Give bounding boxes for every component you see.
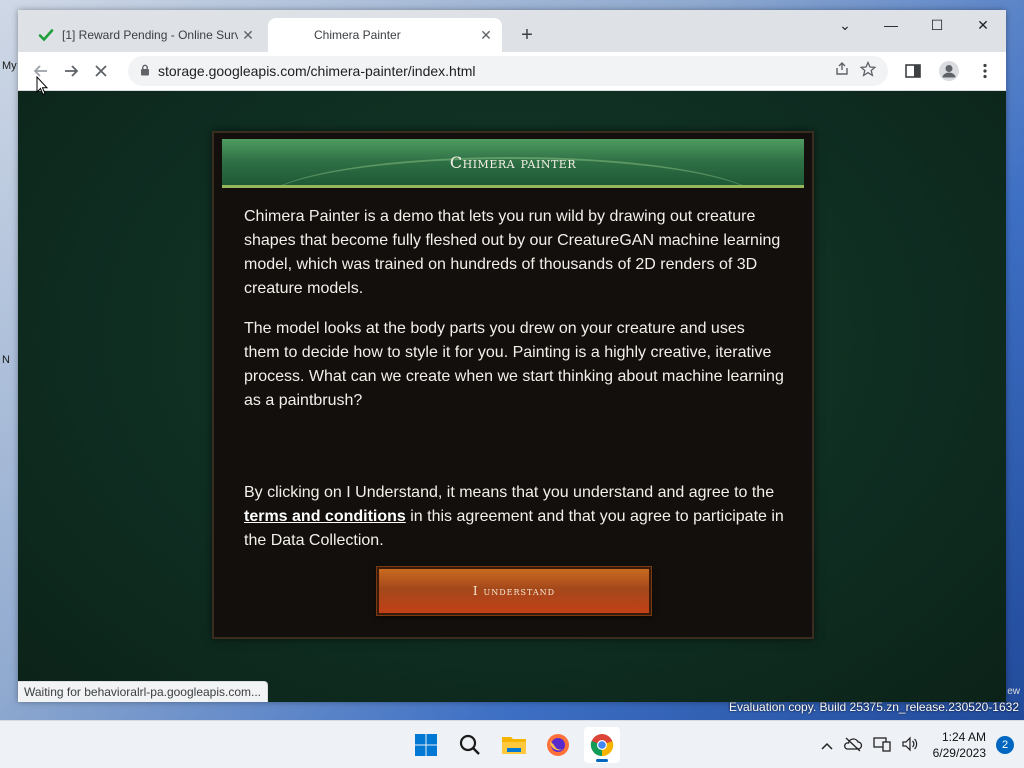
tab-strip: [1] Reward Pending - Online Surv ✕ Chime… [18,10,1006,52]
consent-paragraph: By clicking on I Understand, it means th… [244,481,784,553]
start-button[interactable] [408,727,444,763]
close-icon[interactable]: ✕ [238,27,258,44]
window-controls: ⌄ — ☐ ✕ [822,10,1006,42]
intro-paragraph: Chimera Painter is a demo that lets you … [244,208,781,297]
arrow-right-icon [65,65,79,77]
close-icon [95,65,107,77]
kebab-menu-icon [983,63,987,79]
desktop-icon-label: My [2,60,17,72]
tab-title: Chimera Painter [314,28,401,42]
taskbar: 1:24 AM 6/29/2023 2 [0,720,1024,768]
firefox-button[interactable] [540,727,576,763]
tab-favicon-space [290,27,306,43]
tab-chimera-painter[interactable]: Chimera Painter ✕ [268,18,502,52]
close-window-button[interactable]: ✕ [960,10,1006,40]
chevron-up-icon[interactable] [821,737,833,753]
clock-date: 6/29/2023 [932,746,986,760]
bookmark-star-icon[interactable] [859,60,877,81]
maximize-button[interactable]: ☐ [914,10,960,40]
menu-button[interactable] [970,56,1000,86]
tab-title: [1] Reward Pending - Online Surv [62,28,238,42]
search-button[interactable] [452,727,488,763]
close-icon[interactable]: ✕ [476,27,496,44]
terms-and-conditions-link[interactable]: terms and conditions [244,508,406,525]
avatar-icon [939,61,959,81]
taskbar-apps [408,727,620,763]
side-panel-button[interactable] [898,56,928,86]
evaluation-watermark: Evaluation copy. Build 25375.zn_release.… [729,700,1019,714]
lock-icon [140,64,150,79]
search-icon [459,734,480,755]
chrome-icon [590,734,614,757]
clock[interactable]: 1:24 AM 6/29/2023 [933,729,986,761]
intro-paragraph: The model looks at the body parts you dr… [244,320,784,409]
browser-window: [1] Reward Pending - Online Surv ✕ Chime… [18,10,1006,702]
dialog-title: Chimera painter [449,153,577,172]
volume-icon[interactable] [901,736,919,755]
intro-dialog: Chimera painter Chimera Painter is a dem… [212,131,814,639]
minimize-button[interactable]: — [868,10,914,40]
system-tray: 1:24 AM 6/29/2023 2 [821,721,1014,768]
firefox-icon [547,734,569,756]
chrome-button[interactable] [584,727,620,763]
page-viewport: Chimera painter Chimera Painter is a dem… [18,91,1006,702]
profile-button[interactable] [934,56,964,86]
desktop-icon-label: N [2,354,10,366]
dialog-body: Chimera Painter is a demo that lets you … [244,205,784,429]
onedrive-offline-icon[interactable] [843,736,863,755]
network-icon[interactable] [872,736,891,755]
folder-icon [502,737,526,754]
file-explorer-button[interactable] [496,727,532,763]
tab-search-button[interactable]: ⌄ [822,10,868,40]
dialog-header: Chimera painter [222,139,804,188]
url-text: storage.googleapis.com/chimera-painter/i… [158,63,476,79]
watermark-fragment: ew [1007,686,1020,697]
forward-button[interactable] [56,56,86,86]
share-icon[interactable] [834,61,850,81]
notification-badge[interactable]: 2 [996,736,1014,754]
clock-time: 1:24 AM [941,730,986,744]
browser-toolbar: storage.googleapis.com/chimera-painter/i… [18,52,1006,91]
windows-logo-icon [415,734,437,756]
status-bar: Waiting for behavioralrl-pa.googleapis.c… [18,681,269,702]
stop-loading-button[interactable] [86,56,116,86]
i-understand-button[interactable]: I understand [377,567,651,615]
checkmark-icon [38,27,54,43]
tab-reward-pending[interactable]: [1] Reward Pending - Online Surv ✕ [26,18,264,52]
address-bar[interactable]: storage.googleapis.com/chimera-painter/i… [128,56,888,86]
consent-text: By clicking on I Understand, it means th… [244,484,775,501]
side-panel-icon [905,64,921,78]
new-tab-button[interactable]: + [516,24,538,46]
